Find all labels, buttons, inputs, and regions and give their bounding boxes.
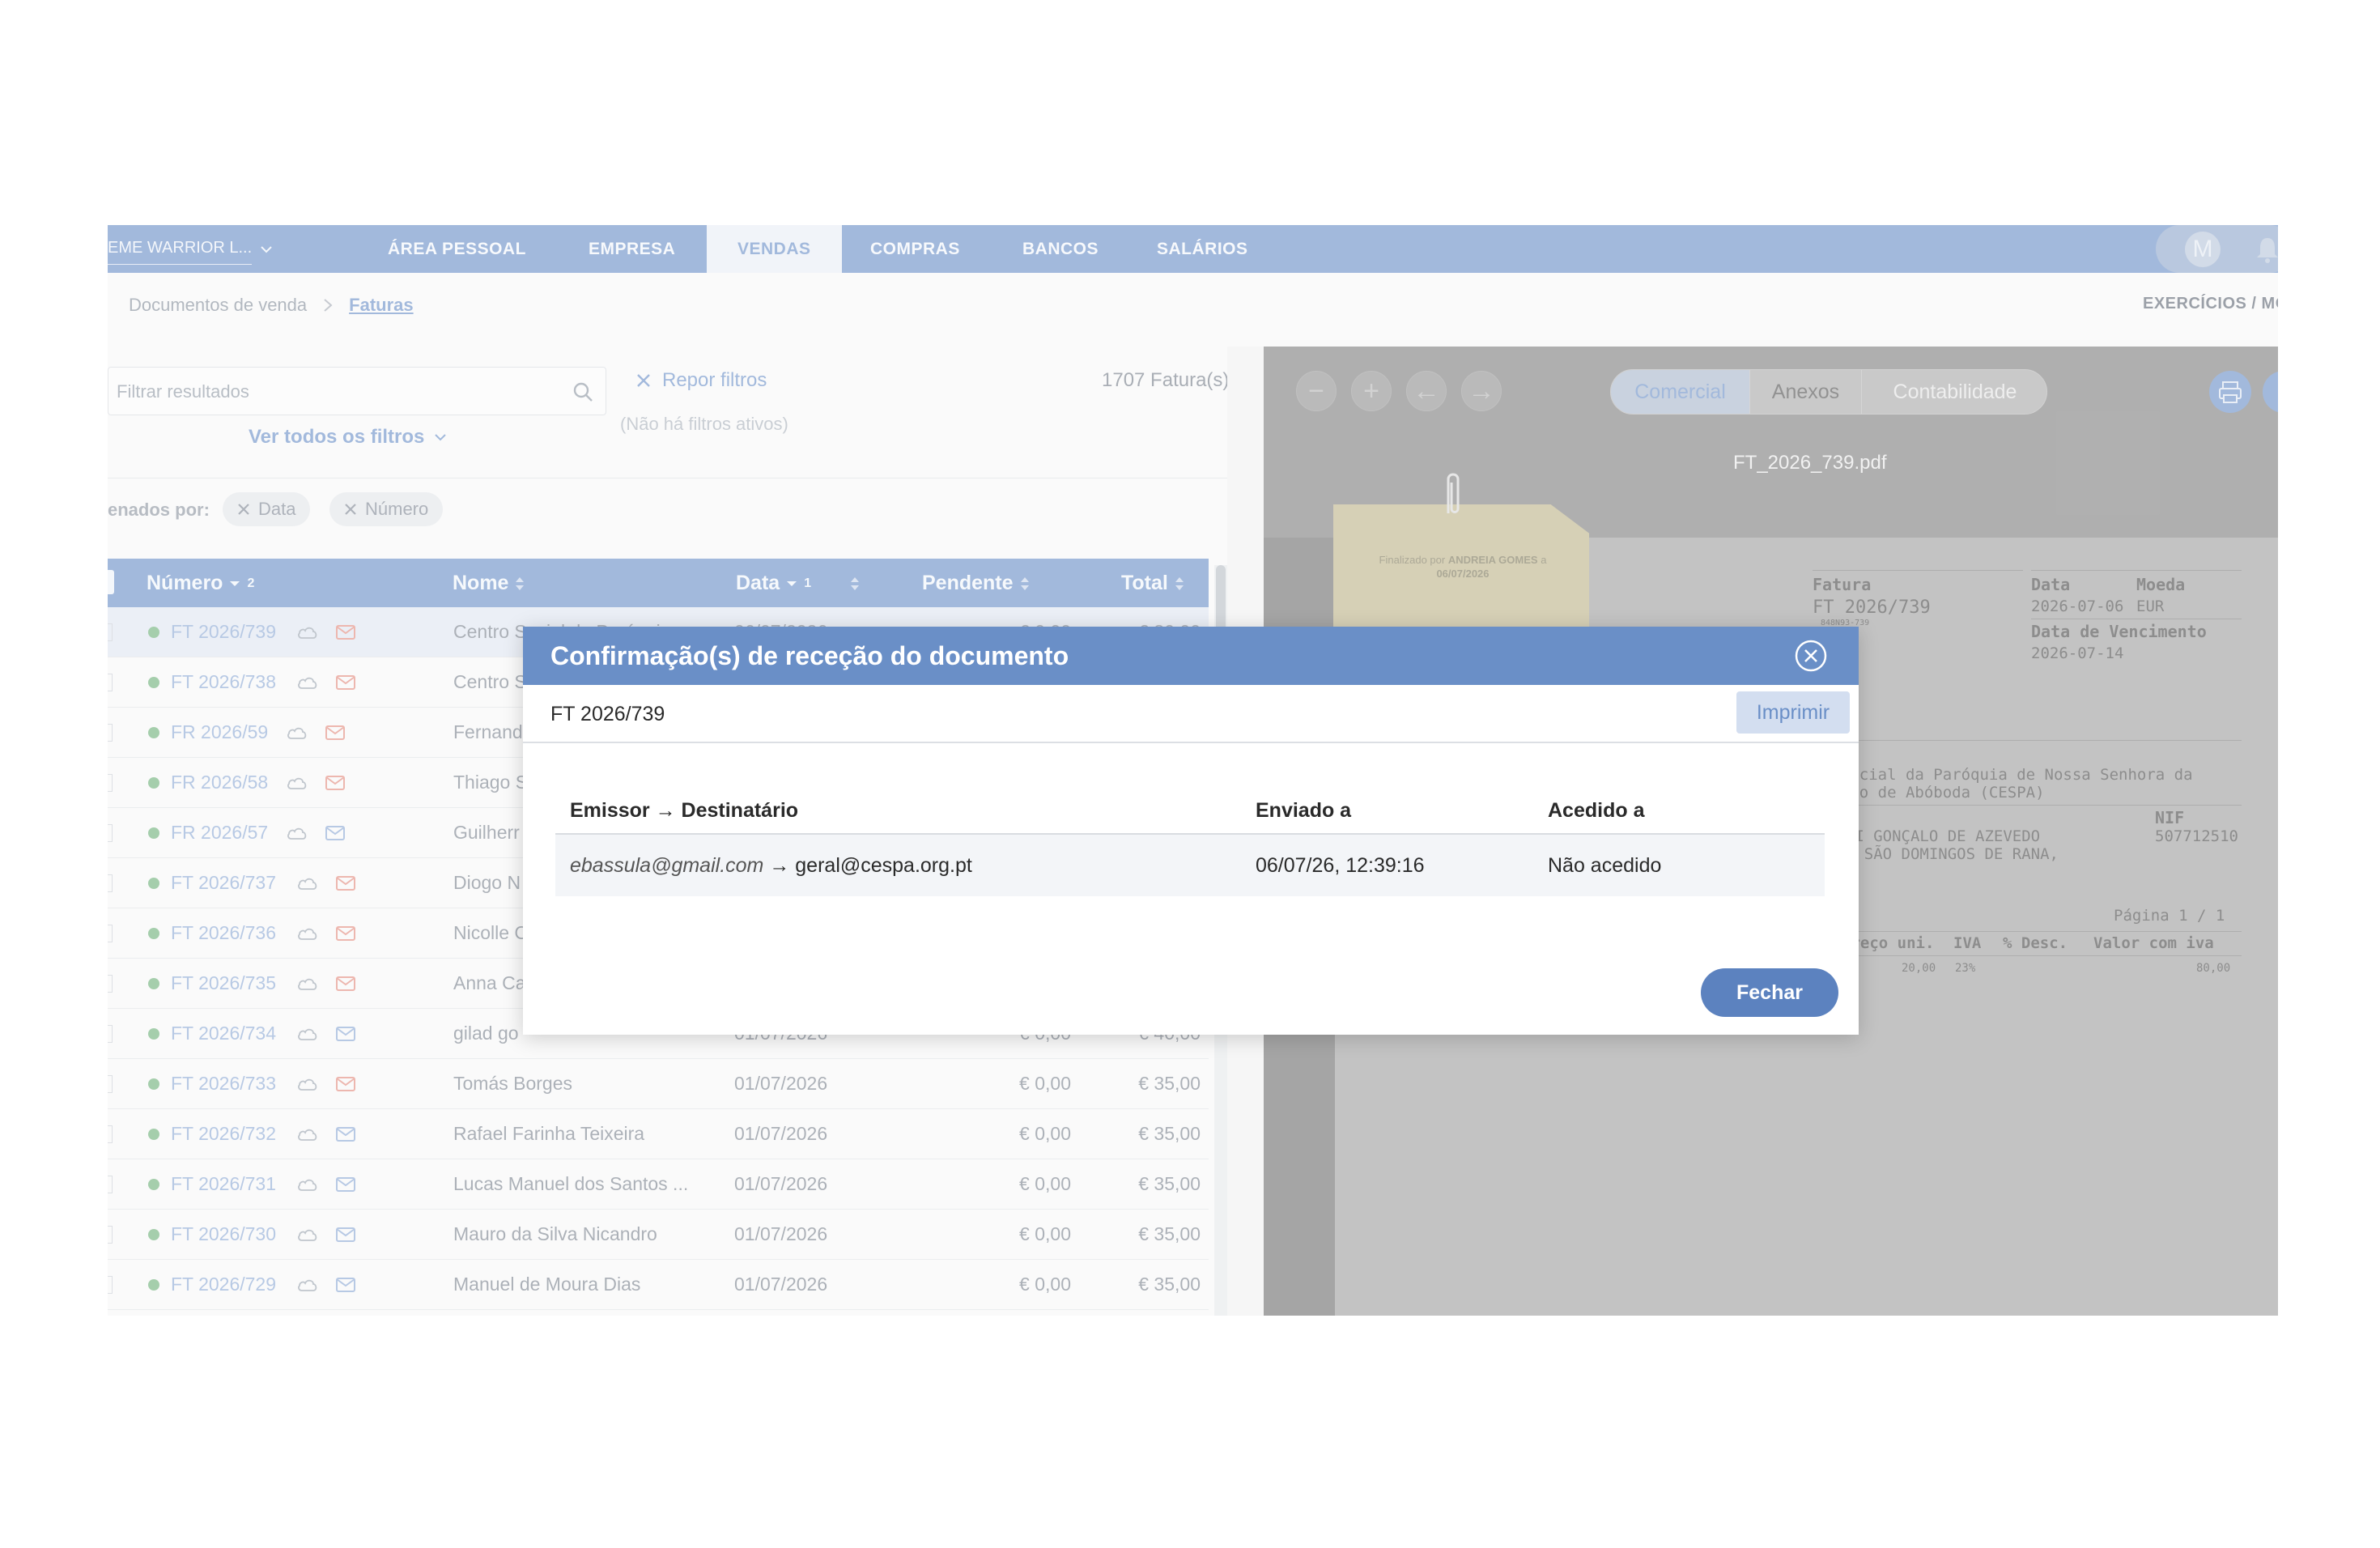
sender-email: ebassula@gmail.com bbox=[570, 854, 764, 877]
dialog-header: Confirmação(s) de receção do documento bbox=[523, 627, 1859, 685]
emissor-destinatario: ebassula@gmail.com → geral@cespa.org.pt bbox=[570, 854, 972, 878]
header-acedido: Acedido a bbox=[1548, 799, 1645, 822]
app-window: EME WARRIOR L... ÁREA PESSOAL EMPRESA VE… bbox=[108, 225, 2278, 1316]
receipt-confirmation-dialog: Confirmação(s) de receção do documento F… bbox=[523, 627, 1859, 1035]
recipient-email: geral@cespa.org.pt bbox=[795, 854, 972, 877]
close-icon[interactable] bbox=[1793, 638, 1829, 674]
dialog-subheader: FT 2026/739 Imprimir bbox=[523, 685, 1859, 743]
dialog-title: Confirmação(s) de receção do documento bbox=[550, 641, 1069, 670]
table-row: ebassula@gmail.com → geral@cespa.org.pt … bbox=[555, 835, 1825, 896]
close-button[interactable]: Fechar bbox=[1701, 968, 1838, 1017]
document-number: FT 2026/739 bbox=[550, 703, 665, 725]
header-enviado: Enviado a bbox=[1256, 799, 1352, 822]
accessed-at: Não acedido bbox=[1548, 854, 1662, 877]
print-button[interactable]: Imprimir bbox=[1736, 691, 1850, 734]
sent-at: 06/07/26, 12:39:16 bbox=[1256, 854, 1425, 877]
arrow-icon: → bbox=[769, 854, 790, 877]
header-emissor: Emissor → Destinatário bbox=[570, 799, 799, 822]
